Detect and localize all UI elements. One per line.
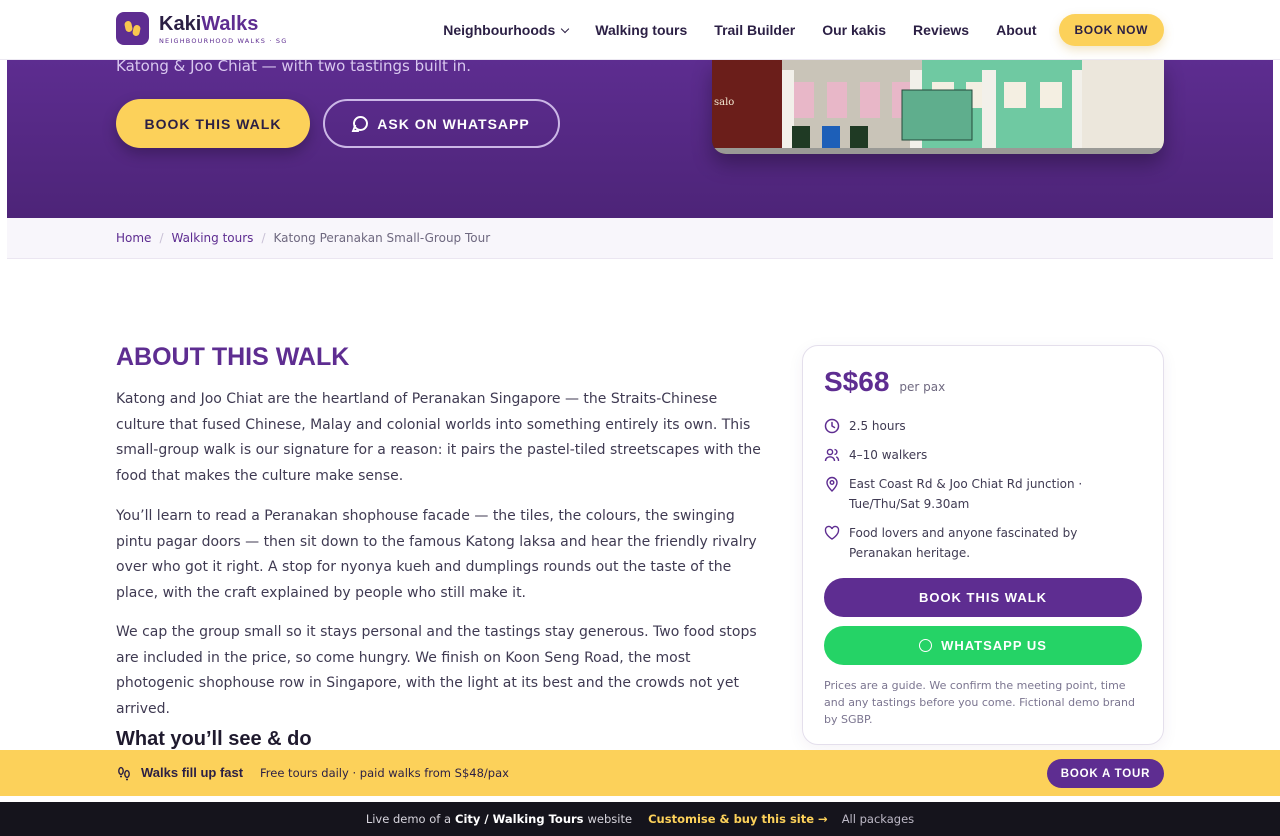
hero-section: Katong & Joo Chiat — with two tastings b… [7,60,1273,218]
see-do-heading: What you’ll see & do [116,728,312,750]
brand-name: KakiWalks [159,12,259,35]
price-note: Prices are a guide. We confirm the meeti… [824,679,1135,726]
card-whatsapp-button[interactable]: WHATSAPP US [824,626,1142,665]
book-tour-button[interactable]: BOOK A TOUR [1047,759,1164,788]
fact-audience: Food lovers and anyone fascinated by Per… [824,523,1144,563]
nav-trail-builder[interactable]: Trail Builder [714,22,795,38]
book-now-button[interactable]: BOOK NOW [1058,14,1164,46]
demo-footer-bar: Live demo of a City / Walking Tours webs… [0,802,1280,836]
nav-neighbourhoods[interactable]: Neighbourhoods [443,22,570,38]
sticky-booking-bar: Walks fill up fast Free tours daily · pa… [0,750,1280,796]
users-icon [824,448,840,462]
all-packages-link[interactable]: All packages [842,812,914,826]
chevron-down-icon [561,24,570,33]
price-card: S$68 per pax 2.5 hours 4–10 walkers East… [802,345,1164,745]
price-amount: S$68 [824,366,890,397]
nav-walking-tours[interactable]: Walking tours [595,22,687,38]
about-title: ABOUT THIS WALK [116,343,350,371]
sticky-title: Walks fill up fast [141,765,244,780]
fact-duration: 2.5 hours [824,416,1144,436]
map-pin-icon [826,476,838,492]
breadcrumb-home[interactable]: Home [116,231,151,245]
hero-book-walk-button[interactable]: BOOK THIS WALK [116,99,310,148]
hero-photo: salo [712,60,1164,154]
customise-link[interactable]: Customise & buy this site → [648,812,828,826]
price-unit: per pax [899,380,946,394]
hero-whatsapp-button[interactable]: ASK ON WHATSAPP [323,99,560,148]
sticky-subtitle: Free tours daily · paid walks from S$48/… [260,766,509,780]
fact-group-size: 4–10 walkers [824,445,1144,465]
price: S$68 per pax [824,366,945,398]
demo-site-type: City / Walking Tours [455,812,584,826]
nav-reviews[interactable]: Reviews [913,22,969,38]
nav-our-kakis[interactable]: Our kakis [822,22,886,38]
photo-shop-sign: salo [714,97,734,108]
breadcrumb: Home / Walking tours / Katong Peranakan … [7,218,1273,259]
shophouse-photo-illustration: salo [712,60,1164,154]
nav-about[interactable]: About [996,22,1036,38]
brand-tagline: NEIGHBOURHOOD WALKS · SG [159,36,288,45]
tour-facts: 2.5 hours 4–10 walkers East Coast Rd & J… [824,416,1144,572]
main-nav: Neighbourhoods Walking tours Trail Build… [416,0,1164,60]
footprints-icon [116,12,149,45]
clock-icon [824,418,840,434]
about-paragraph-1: Katong and Joo Chiat are the heartland o… [116,391,761,485]
whatsapp-icon [919,639,933,652]
about-paragraph-2: You’ll learn to read a Peranakan shophou… [116,508,757,602]
card-book-walk-button[interactable]: BOOK THIS WALK [824,578,1142,617]
site-header: KakiWalks NEIGHBOURHOOD WALKS · SG Neigh… [0,0,1280,60]
breadcrumb-current: Katong Peranakan Small-Group Tour [273,231,491,245]
chat-bubble-icon [353,116,369,131]
fact-meeting-point: East Coast Rd & Joo Chiat Rd junction · … [824,474,1144,514]
breadcrumb-walking-tours[interactable]: Walking tours [171,231,253,245]
about-paragraph-3: We cap the group small so it stays perso… [116,624,757,718]
brand-logo[interactable]: KakiWalks NEIGHBOURHOOD WALKS · SG [116,12,287,45]
hero-subtitle: Katong & Joo Chiat — with two tastings b… [116,60,472,75]
footprints-icon [118,766,130,781]
heart-icon [824,525,840,540]
